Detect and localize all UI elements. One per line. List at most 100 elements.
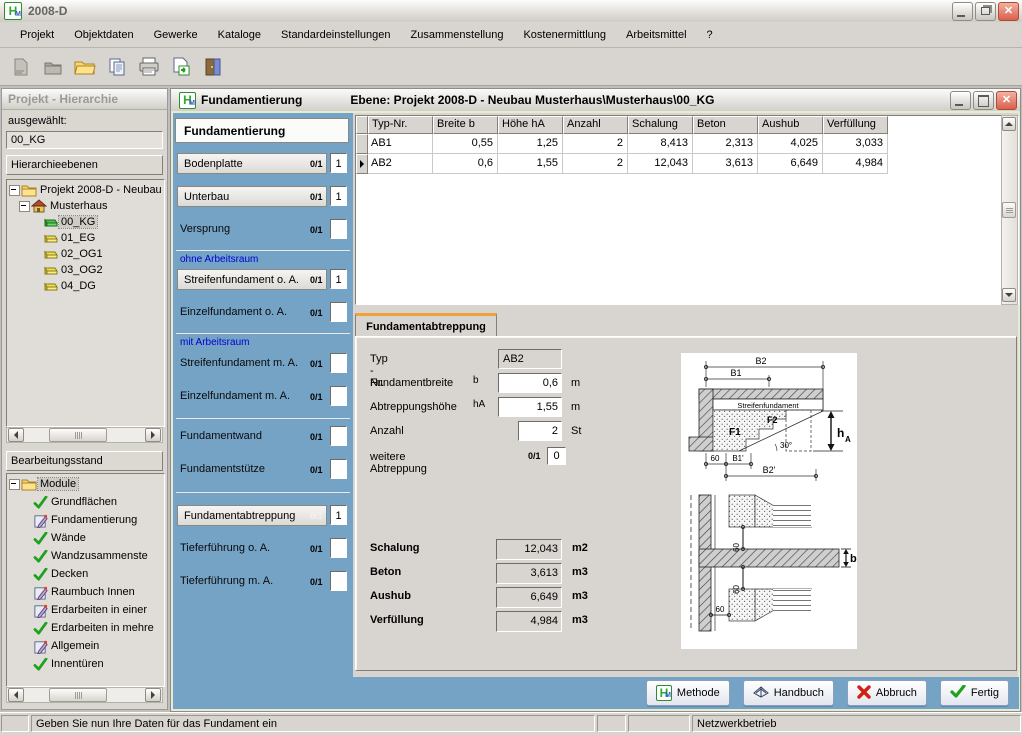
count-box[interactable] — [330, 353, 347, 373]
table-row-current[interactable]: AB2 0,6 1,55 2 12,043 3,613 6,649 4,984 — [356, 154, 888, 174]
table-vscrollbar[interactable] — [1001, 115, 1018, 305]
module-item[interactable]: Innentüren — [31, 656, 106, 672]
count-box[interactable]: 1 — [330, 505, 347, 525]
collapse-icon[interactable] — [9, 479, 20, 490]
check-icon — [31, 549, 49, 563]
menu-kataloge[interactable]: Kataloge — [208, 26, 271, 44]
count-box[interactable]: 1 — [330, 269, 347, 289]
nav-label-tieferfuehrung-oa[interactable]: Tieferführung o. A. — [180, 542, 270, 554]
main-titlebar[interactable]: HM 2008-D ✕ — [0, 0, 1022, 23]
menu-objektdaten[interactable]: Objektdaten — [64, 26, 143, 44]
count-box[interactable] — [330, 459, 347, 479]
minimize-button[interactable] — [952, 2, 973, 21]
column-header[interactable]: Anzahl — [563, 116, 628, 134]
nav-button-unterbau[interactable]: Unterbau — [177, 186, 327, 207]
nav-label-streifenfundament-ma[interactable]: Streifenfundament m. A. — [180, 357, 298, 369]
print-icon[interactable] — [136, 54, 162, 80]
tab-fundamentabtreppung[interactable]: Fundamentabtreppung — [355, 313, 497, 337]
status-cell — [597, 715, 626, 732]
tree-item-04-dg[interactable]: 04_DG — [41, 278, 98, 294]
export-icon[interactable] — [168, 54, 194, 80]
count-box[interactable] — [330, 571, 347, 591]
collapse-icon[interactable] — [19, 201, 30, 212]
column-header[interactable]: Schalung — [628, 116, 693, 134]
exit-icon[interactable] — [200, 54, 226, 80]
nav-item-fundamentwand: Fundamentwand 0/1 — [173, 426, 353, 448]
menu-arbeitsmittel[interactable]: Arbeitsmittel — [616, 26, 697, 44]
nav-label-fundamentwand[interactable]: Fundamentwand — [180, 430, 262, 442]
hierarchy-tree-hscrollbar[interactable] — [6, 427, 163, 443]
network-status-panel: Netzwerkbetrieb — [692, 715, 1021, 732]
menu-zusammenstellung[interactable]: Zusammenstellung — [401, 26, 514, 44]
foundation-window: HM Fundamentierung Ebene: Projekt 2008-D… — [170, 88, 1021, 712]
beton-value: 3,613 — [496, 563, 562, 584]
nav-label-einzelfundament-oa[interactable]: Einzelfundament o. A. — [180, 306, 287, 318]
fertig-button[interactable]: Fertig — [940, 680, 1009, 706]
nav-label-einzelfundament-ma[interactable]: Einzelfundament m. A. — [180, 390, 290, 402]
tree-item-module[interactable]: Module — [9, 476, 78, 492]
nav-label-tieferfuehrung-ma[interactable]: Tieferführung m. A. — [180, 575, 273, 587]
hierarchy-window-titlebar[interactable]: Projekt - Hierarchie — [2, 89, 167, 110]
handbuch-button[interactable]: Handbuch — [743, 680, 834, 706]
module-item[interactable]: Allgemein — [31, 638, 101, 654]
module-item[interactable]: Fundamentierung — [31, 512, 139, 528]
nav-button-streifenfundament-oa[interactable]: Streifenfundament o. A. — [177, 269, 327, 290]
tree-item-03-og2[interactable]: 03_OG2 — [41, 262, 105, 278]
menu-standardeinstellungen[interactable]: Standardeinstellungen — [271, 26, 400, 44]
count-box[interactable] — [330, 538, 347, 558]
weitere-input[interactable] — [547, 447, 566, 465]
house-icon — [30, 199, 48, 213]
count-box[interactable]: 1 — [330, 153, 347, 173]
close-button[interactable]: ✕ — [996, 91, 1017, 110]
nav-button-bodenplatte[interactable]: Bodenplatte — [177, 153, 327, 174]
close-button[interactable]: ✕ — [998, 2, 1019, 21]
module-item[interactable]: Raumbuch Innen — [31, 584, 137, 600]
count-box[interactable] — [330, 426, 347, 446]
tree-item-01-eg[interactable]: 01_EG — [41, 230, 97, 246]
modules-tree-hscrollbar[interactable] — [6, 687, 163, 703]
column-header[interactable]: Typ-Nr. — [368, 116, 433, 134]
menu-gewerke[interactable]: Gewerke — [144, 26, 208, 44]
module-item[interactable]: Erdarbeiten in mehre — [31, 620, 156, 636]
nav-button-fundamentabtreppung[interactable]: Fundamentabtreppung — [177, 505, 327, 526]
cell: 12,043 — [628, 154, 693, 174]
tree-item-project[interactable]: Projekt 2008-D - Neubau — [9, 182, 164, 198]
open-document-icon[interactable] — [40, 54, 66, 80]
table-row[interactable]: AB1 0,55 1,25 2 8,413 2,313 4,025 3,033 — [356, 134, 888, 154]
column-header[interactable]: Beton — [693, 116, 758, 134]
tree-item-02-og1[interactable]: 02_OG1 — [41, 246, 105, 262]
copy-icon[interactable] — [104, 54, 130, 80]
abbruch-button[interactable]: Abbruch — [847, 680, 927, 706]
anzahl-input[interactable] — [518, 421, 562, 441]
menu-help[interactable]: ? — [697, 26, 723, 44]
module-item[interactable]: Wandzusammenste — [31, 548, 150, 564]
foundation-window-titlebar[interactable]: HM Fundamentierung Ebene: Projekt 2008-D… — [171, 89, 1020, 112]
count-box[interactable] — [330, 219, 347, 239]
menu-projekt[interactable]: Projekt — [10, 26, 64, 44]
count-box[interactable] — [330, 386, 347, 406]
hoehe-input[interactable] — [498, 397, 562, 417]
tree-item-00-kg[interactable]: 00_KG — [41, 214, 97, 230]
column-header[interactable]: Aushub — [758, 116, 823, 134]
new-document-icon[interactable] — [8, 54, 34, 80]
menu-kostenermittlung[interactable]: Kostenermittlung — [513, 26, 616, 44]
methode-button[interactable]: HM Methode — [646, 680, 730, 706]
open-folder-icon[interactable] — [72, 54, 98, 80]
module-item[interactable]: Decken — [31, 566, 90, 582]
maximize-button[interactable] — [973, 91, 994, 110]
tree-item-musterhaus[interactable]: Musterhaus — [19, 198, 109, 214]
column-header[interactable]: Breite b — [433, 116, 498, 134]
collapse-icon[interactable] — [9, 185, 20, 196]
module-item[interactable]: Wände — [31, 530, 88, 546]
minimize-button[interactable] — [950, 91, 971, 110]
module-item[interactable]: Grundflächen — [31, 494, 119, 510]
nav-label-fundamentstuetze[interactable]: Fundamentstütze — [180, 463, 265, 475]
column-header[interactable]: Verfüllung — [823, 116, 888, 134]
count-box[interactable]: 1 — [330, 186, 347, 206]
breite-input[interactable] — [498, 373, 562, 393]
nav-label-versprung[interactable]: Versprung — [180, 223, 230, 235]
restore-button[interactable] — [975, 2, 996, 21]
column-header[interactable]: Höhe hA — [498, 116, 563, 134]
module-item[interactable]: Erdarbeiten in einer — [31, 602, 149, 618]
count-box[interactable] — [330, 302, 347, 322]
